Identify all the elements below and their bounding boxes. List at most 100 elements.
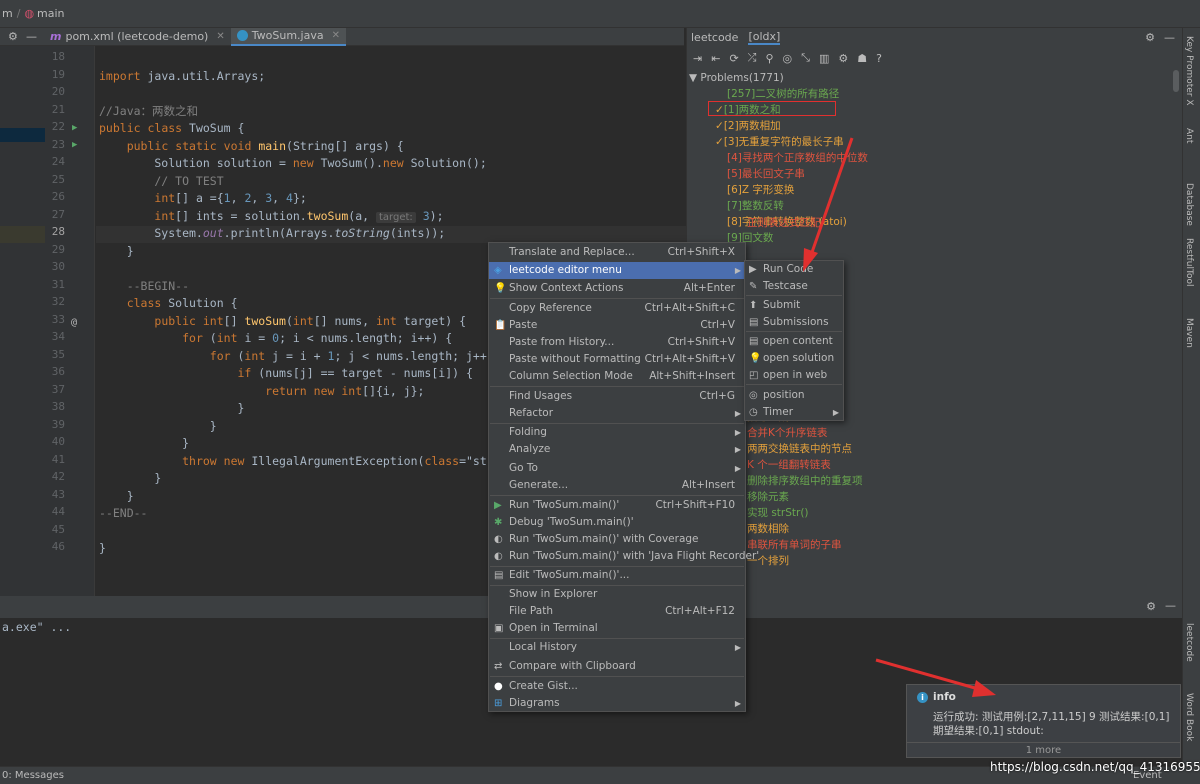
- more-notifications-link[interactable]: 1 more: [907, 742, 1180, 758]
- bug-icon[interactable]: ☗: [857, 52, 867, 65]
- menu-item-run-twosum-main-with-coverage[interactable]: ◐ Run 'TwoSum.main()' with Coverage: [489, 531, 745, 548]
- menu-item-show-context-actions[interactable]: 💡 Show Context Actions Alt+Enter: [489, 280, 745, 297]
- messages-tab[interactable]: 0: Messages: [2, 770, 64, 781]
- line-number[interactable]: 42: [45, 470, 65, 483]
- problem-item[interactable]: 移除元素: [747, 489, 789, 505]
- tool-window-button[interactable]: Key Promoter X: [1184, 36, 1194, 106]
- close-icon[interactable]: ✕: [332, 30, 340, 41]
- line-number[interactable]: 30: [45, 260, 65, 273]
- menu-item-generate[interactable]: Generate... Alt+Insert: [489, 477, 745, 494]
- tool-window-button[interactable]: Database: [1184, 183, 1194, 226]
- code-line[interactable]: for (int j = i + 1; j < nums.length; j++…: [99, 348, 508, 365]
- menu-item-local-history[interactable]: Local History ▶: [489, 639, 745, 656]
- code-line[interactable]: public static void main(String[] args) {: [99, 138, 404, 155]
- line-number[interactable]: 31: [45, 278, 65, 291]
- gear-icon[interactable]: ⚙: [1145, 31, 1155, 44]
- settings-icon[interactable]: ⚙: [838, 52, 848, 65]
- menu-item-compare-with-clipboard[interactable]: ⇄ Compare with Clipboard: [489, 658, 745, 675]
- code-line[interactable]: if (nums[j] == target - nums[i]) {: [99, 365, 472, 382]
- code-line[interactable]: --BEGIN--: [99, 278, 189, 295]
- menu-item-column-selection-mode[interactable]: Column Selection Mode Alt+Shift+Insert: [489, 368, 745, 385]
- line-number[interactable]: 43: [45, 488, 65, 501]
- menu-item-edit-twosum-main[interactable]: ▤ Edit 'TwoSum.main()'...: [489, 567, 745, 584]
- tool-window-button[interactable]: Maven: [1184, 318, 1194, 348]
- gear-icon[interactable]: ⚙: [1146, 600, 1156, 613]
- code-line[interactable]: Solution solution = new TwoSum().new Sol…: [99, 155, 486, 172]
- scrollbar-thumb[interactable]: [1173, 70, 1179, 92]
- menu-item-copy-reference[interactable]: Copy Reference Ctrl+Alt+Shift+C: [489, 300, 745, 317]
- menu-item-go-to[interactable]: Go To ▶: [489, 460, 745, 477]
- menu-item-run-twosum-main-with-java-flight-recorder[interactable]: ◐ Run 'TwoSum.main()' with 'Java Flight R…: [489, 548, 759, 565]
- expand-arrow-icon[interactable]: ▼: [689, 72, 697, 84]
- collapse-icon[interactable]: ⤡: [801, 51, 810, 65]
- shuffle-icon[interactable]: ⤮: [748, 51, 757, 65]
- code-line[interactable]: }: [99, 435, 189, 452]
- line-number[interactable]: 35: [45, 348, 65, 361]
- submenu-item-open-content[interactable]: ▤ open content: [745, 333, 843, 350]
- code-line[interactable]: }: [99, 488, 134, 505]
- code-line[interactable]: // TO TEST: [99, 173, 223, 190]
- submenu-item-timer[interactable]: ◷ Timer ▶: [745, 404, 843, 421]
- code-line[interactable]: class Solution {: [99, 295, 238, 312]
- code-line[interactable]: import java.util.Arrays;: [99, 68, 265, 85]
- problem-item[interactable]: 两两交换链表中的节点: [747, 441, 852, 457]
- line-number[interactable]: 21: [45, 103, 65, 116]
- code-line[interactable]: }: [99, 540, 106, 557]
- problem-item[interactable]: ✓[3]无重复字符的最长子串: [715, 134, 844, 150]
- code-line[interactable]: int[] ints = solution.twoSum(a, target: …: [99, 208, 444, 225]
- problem-item[interactable]: 合并K个升序链表: [747, 425, 827, 441]
- line-number[interactable]: 37: [45, 383, 65, 396]
- tool-window-button[interactable]: Word Book: [1184, 693, 1194, 741]
- line-number[interactable]: 45: [45, 523, 65, 536]
- breadcrumb-module[interactable]: main: [37, 7, 64, 20]
- line-number[interactable]: 44: [45, 505, 65, 518]
- code-line[interactable]: return new int[]{i, j};: [99, 383, 424, 400]
- line-number[interactable]: 41: [45, 453, 65, 466]
- menu-item-paste-from-history[interactable]: Paste from History... Ctrl+Shift+V: [489, 334, 745, 351]
- line-number[interactable]: 23: [45, 138, 65, 151]
- tree-root[interactable]: ▼ Problems(1771): [689, 70, 784, 86]
- problem-item[interactable]: 串联所有单词的子串: [747, 537, 842, 553]
- line-number[interactable]: 26: [45, 190, 65, 203]
- submenu-item-position[interactable]: ◎ position: [745, 387, 843, 404]
- tab-twosum-java[interactable]: TwoSum.java ✕: [230, 27, 346, 46]
- search-icon[interactable]: ⚲: [765, 52, 773, 65]
- line-number[interactable]: 38: [45, 400, 65, 413]
- problem-item[interactable]: [257]二叉树的所有路径: [727, 86, 839, 102]
- line-number[interactable]: 19: [45, 68, 65, 81]
- line-number-gutter[interactable]: 18 19 20 21 22 23 24 25 26 27 28 29 30 31 32 33 34 35 36 37…: [45, 46, 95, 596]
- code-line[interactable]: System.out.println(Arrays.toString(ints)…: [99, 225, 445, 242]
- override-gutter-icon[interactable]: @: [71, 317, 77, 328]
- line-number[interactable]: 39: [45, 418, 65, 431]
- menu-item-analyze[interactable]: Analyze ▶: [489, 441, 745, 458]
- line-number[interactable]: 34: [45, 330, 65, 343]
- chart-icon[interactable]: ▥: [819, 52, 829, 65]
- problem-item[interactable]: K 个一组翻转链表: [747, 457, 831, 473]
- tool-window-button[interactable]: RestfulTool: [1184, 238, 1194, 286]
- submenu-item-submit[interactable]: ⬆ Submit: [745, 297, 843, 314]
- problem-item[interactable]: 删除排序数组中的重复项: [747, 473, 863, 489]
- breadcrumb-project[interactable]: m: [2, 7, 13, 20]
- code-line[interactable]: }: [99, 400, 244, 417]
- tool-window-button[interactable]: leetcode: [1184, 623, 1194, 662]
- menu-item-debug-twosum-main[interactable]: ✱ Debug 'TwoSum.main()': [489, 514, 745, 531]
- menu-item-translate-and-replace[interactable]: Translate and Replace... Ctrl+Shift+X: [489, 244, 745, 261]
- minimize-icon[interactable]: —: [1165, 599, 1176, 612]
- problem-item[interactable]: 实现 strStr(): [747, 505, 809, 521]
- minimize-icon[interactable]: —: [1164, 31, 1175, 44]
- problem-item[interactable]: [5]最长回文子串: [727, 166, 805, 182]
- logout-icon[interactable]: ⇤: [711, 52, 720, 65]
- problem-item[interactable]: 两数相除: [747, 521, 789, 537]
- submenu-item-testcase[interactable]: ✎ Testcase: [745, 278, 843, 295]
- problem-item[interactable]: [7]整数反转: [727, 198, 784, 214]
- menu-item-paste[interactable]: 📋 Paste Ctrl+V: [489, 317, 745, 334]
- run-gutter-icon[interactable]: ▶: [72, 123, 77, 133]
- menu-item-file-path[interactable]: File Path Ctrl+Alt+F12: [489, 603, 745, 620]
- line-number[interactable]: 40: [45, 435, 65, 448]
- tool-window-button[interactable]: Ant: [1184, 128, 1194, 143]
- menu-item-leetcode-editor-menu[interactable]: ◈ leetcode editor menu ▶: [489, 262, 745, 279]
- menu-item-paste-without-formatting[interactable]: Paste without Formatting Ctrl+Alt+Shift+V: [489, 351, 745, 368]
- code-line[interactable]: public class TwoSum {: [99, 120, 244, 137]
- tab-pom-xml[interactable]: m pom.xml (leetcode-demo) ✕: [44, 28, 231, 46]
- menu-item-find-usages[interactable]: Find Usages Ctrl+G: [489, 388, 745, 405]
